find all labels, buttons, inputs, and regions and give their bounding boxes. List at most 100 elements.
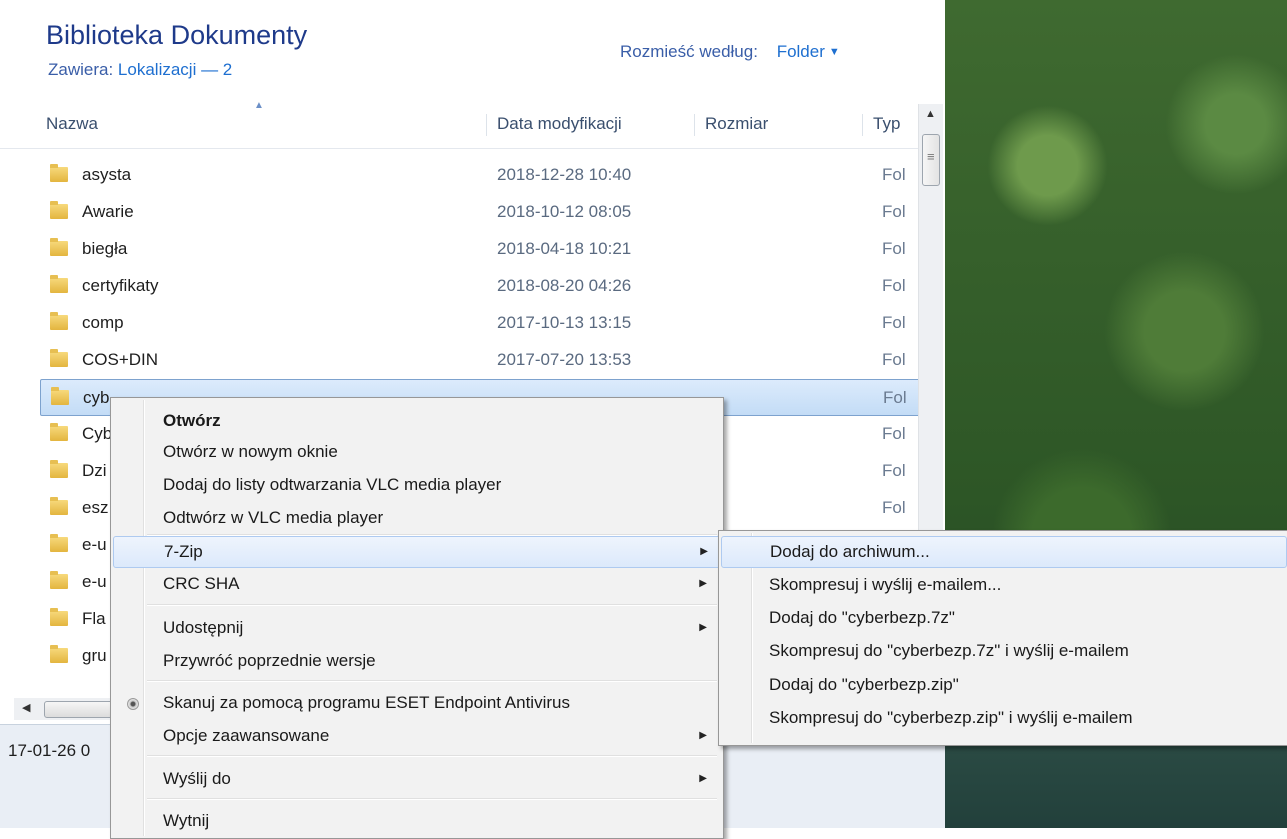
scroll-up-icon[interactable]: ▲ [925,108,936,120]
menu-item-label: Otwórz w nowym oknie [163,442,338,461]
file-row[interactable]: asysta 2018-12-28 10:40 Fol [40,157,920,194]
file-row[interactable]: biegła 2018-04-18 10:21 Fol [40,231,920,268]
contains-label: Zawiera: [48,60,114,79]
menu-separator [147,680,717,682]
menu-item-label: 7-Zip [164,542,203,561]
file-type: Fol [882,350,906,369]
submenu-item-label: Skompresuj i wyślij e-mailem... [769,575,1002,594]
file-row[interactable]: Awarie 2018-10-12 08:05 Fol [40,194,920,231]
scrollbar-thumb[interactable]: ≡ [922,134,940,186]
folder-icon [50,608,68,626]
folder-icon [50,534,68,552]
file-type: Fol [882,202,906,221]
column-date-modified[interactable]: Data modyfikacji [486,114,622,136]
folder-icon [50,201,68,219]
menu-item-vlc-play[interactable]: Odtwórz w VLC media player [113,503,719,533]
menu-item-label: CRC SHA [163,574,240,593]
folder-icon [51,387,69,405]
file-type: Fol [883,388,907,407]
file-name: asysta [82,165,132,184]
menu-item-restore-versions[interactable]: Przywróć poprzednie wersje [113,646,719,676]
file-name: Dzi [82,461,107,480]
arrange-by: Rozmieść według: Folder ▼ [620,42,840,62]
locations-link[interactable]: Lokalizacji — 2 [118,60,232,79]
file-row[interactable]: comp 2017-10-13 13:15 Fol [40,305,920,342]
arrange-label: Rozmieść według: [620,42,758,61]
submenu-item-label: Skompresuj do "cyberbezp.zip" i wyślij e… [769,708,1133,727]
menu-item-label: Wytnij [163,811,210,830]
menu-item-eset-scan[interactable]: Skanuj za pomocą programu ESET Endpoint … [113,688,719,718]
file-name: e-u [82,535,107,554]
grip-icon: ≡ [927,149,935,164]
menu-item-share[interactable]: Udostępnij ▶ [113,613,719,643]
submenu-item-compress-7z-email[interactable]: Skompresuj do "cyberbezp.7z" i wyślij e-… [721,636,1285,666]
submenu-item-label: Skompresuj do "cyberbezp.7z" i wyślij e-… [769,641,1129,660]
context-menu: Otwórz Otwórz w nowym oknie Dodaj do lis… [110,397,724,839]
submenu-arrow-icon: ▶ [700,546,708,557]
library-contains: Zawiera: Lokalizacji — 2 [48,60,232,80]
file-type: Fol [882,165,906,184]
status-text: 17-01-26 0 [8,741,91,760]
submenu-item-add-7z[interactable]: Dodaj do "cyberbezp.7z" [721,603,1285,633]
menu-item-vlc-add[interactable]: Dodaj do listy odtwarzania VLC media pla… [113,470,719,500]
submenu-item-add-to-archive[interactable]: Dodaj do archiwum... [721,536,1287,568]
file-name: Cyb [82,424,113,443]
column-header-row: Nazwa Data modyfikacji Rozmiar Typ [0,100,920,149]
scroll-left-icon[interactable]: ◀ [22,701,30,714]
file-name: COS+DIN [82,350,159,369]
folder-icon [50,312,68,330]
column-name[interactable]: Nazwa [46,114,98,136]
menu-separator [147,755,717,757]
column-type[interactable]: Typ [862,114,913,136]
folder-icon [50,571,68,589]
library-title: Biblioteka Dokumenty [46,20,308,50]
menu-item-label: Odtwórz w VLC media player [163,508,384,527]
menu-item-label: Przywróć poprzednie wersje [163,651,376,670]
file-date: 2018-04-18 10:21 [497,239,632,258]
file-type: Fol [882,461,906,480]
file-type: Fol [882,239,906,258]
menu-item-open[interactable]: Otwórz [113,406,719,436]
submenu-item-compress-email[interactable]: Skompresuj i wyślij e-mailem... [721,570,1285,600]
file-date: 2017-10-13 13:15 [497,313,632,332]
submenu-item-compress-zip-email[interactable]: Skompresuj do "cyberbezp.zip" i wyślij e… [721,703,1285,733]
menu-item-7zip[interactable]: 7-Zip ▶ [113,536,721,568]
menu-item-send-to[interactable]: Wyślij do ▶ [113,764,719,794]
file-name: gru [82,646,107,665]
menu-item-advanced-options[interactable]: Opcje zaawansowane ▶ [113,721,719,751]
submenu-arrow-icon: ▶ [699,578,707,589]
arrange-value: Folder [776,42,825,61]
submenu-item-label: Dodaj do "cyberbezp.zip" [769,675,959,694]
file-name: biegła [82,239,128,258]
file-type: Fol [882,276,906,295]
submenu-item-label: Dodaj do "cyberbezp.7z" [769,608,955,627]
folder-icon [50,238,68,256]
file-row[interactable]: COS+DIN 2017-07-20 13:53 Fol [40,342,920,379]
file-date: 2018-10-12 08:05 [497,202,632,221]
submenu-arrow-icon: ▶ [699,773,707,784]
menu-item-label: Opcje zaawansowane [163,726,330,745]
file-row[interactable]: certyfikaty 2018-08-20 04:26 Fol [40,268,920,305]
file-date: 2018-08-20 04:26 [497,276,632,295]
file-date: 2018-12-28 10:40 [497,165,632,184]
menu-item-open-new-window[interactable]: Otwórz w nowym oknie [113,437,719,467]
arrange-dropdown[interactable]: Folder ▼ [777,42,840,61]
menu-item-cut[interactable]: Wytnij [113,806,719,836]
menu-item-label: Otwórz [163,411,221,430]
column-size[interactable]: Rozmiar [694,114,768,136]
file-name: comp [82,313,124,332]
folder-icon [50,497,68,515]
file-name: esz [82,498,109,517]
submenu-arrow-icon: ▶ [699,730,707,741]
folder-icon [50,164,68,182]
menu-separator [147,798,717,800]
folder-icon [50,349,68,367]
file-name: Fla [82,609,106,628]
folder-icon [50,423,68,441]
submenu-item-add-zip[interactable]: Dodaj do "cyberbezp.zip" [721,670,1285,700]
submenu-item-label: Dodaj do archiwum... [770,542,930,561]
menu-item-crc-sha[interactable]: CRC SHA ▶ [113,569,719,599]
file-type: Fol [882,424,906,443]
menu-item-label: Dodaj do listy odtwarzania VLC media pla… [163,475,502,494]
file-date: 2017-07-20 13:53 [497,350,632,369]
